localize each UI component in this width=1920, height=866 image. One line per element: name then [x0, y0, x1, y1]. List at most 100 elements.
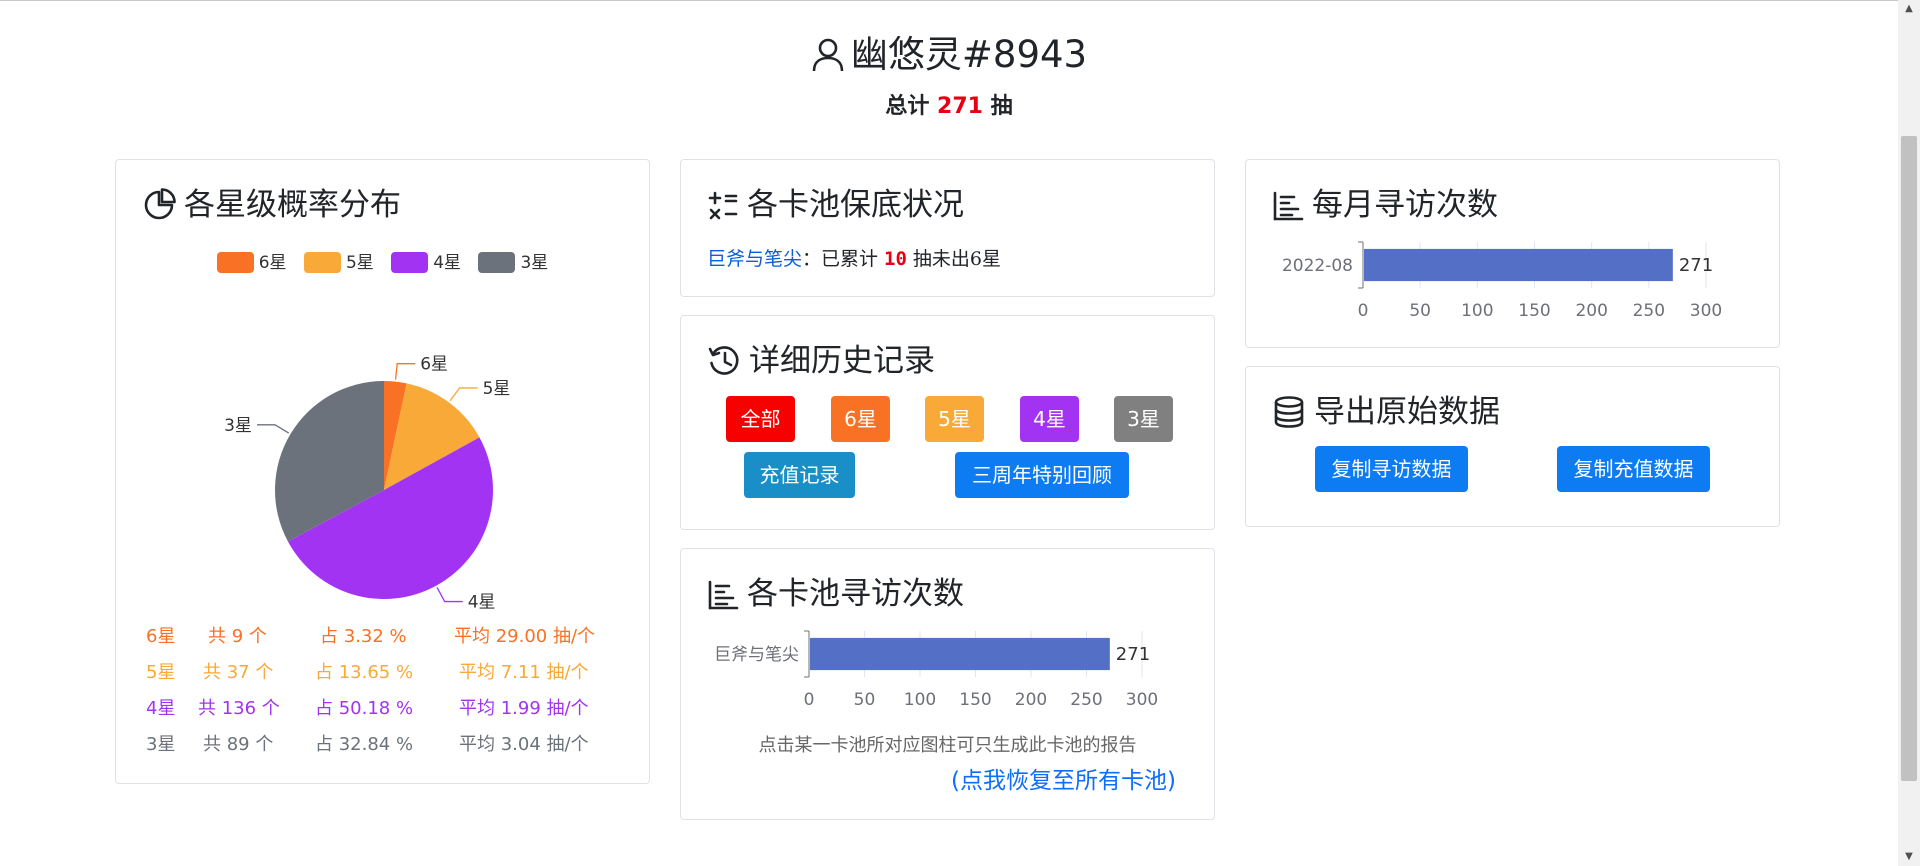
stat-star: 3星	[146, 734, 176, 755]
copy-recharge-data-button[interactable]: 复制充值数据	[1557, 446, 1710, 492]
scrollbar-thumb[interactable]	[1901, 136, 1917, 781]
pity-pool-name: 巨斧与笔尖	[707, 248, 803, 270]
legend-item-6star[interactable]: 6星	[216, 248, 287, 273]
monthly-pulls-card: 每月寻访次数 271 2022-08 0 50 100 150 200 250 300	[1245, 159, 1780, 348]
stat-count: 共 9 个	[208, 626, 267, 647]
export-card: 导出原始数据 复制寻访数据 复制充值数据	[1245, 366, 1780, 527]
total-count: 271	[937, 94, 983, 119]
user-header: 幽悠灵#8943	[0, 28, 1898, 82]
scroll-down-arrow-icon[interactable]: ▼	[1898, 848, 1920, 866]
history-icon	[708, 346, 739, 375]
stat-star: 5星	[146, 662, 176, 683]
pity-title: 各卡池保底状况	[707, 182, 964, 228]
username: 幽悠灵#8943	[850, 33, 1088, 76]
x-tick-label: 150	[1518, 301, 1550, 321]
x-tick-label: 300	[1690, 301, 1722, 321]
pie-label: 5星	[483, 379, 511, 399]
stat-row-3star: 3星 共 89 个 占 32.84 % 平均 3.04 抽/个	[116, 724, 651, 760]
stat-star: 6星	[146, 626, 176, 647]
stat-percent: 占 3.32 %	[320, 626, 407, 647]
pie-label: 6星	[420, 355, 448, 375]
filter-all-button[interactable]: 全部	[726, 396, 795, 442]
legend-swatch	[303, 252, 341, 273]
filter-3star-button[interactable]: 3星	[1114, 396, 1173, 442]
x-tick-label: 250	[1070, 690, 1102, 710]
legend-item-3star[interactable]: 3星	[478, 248, 548, 273]
history-title: 详细历史记录	[707, 338, 935, 384]
copy-pull-data-button[interactable]: 复制寻访数据	[1315, 446, 1468, 492]
x-tick-label: 250	[1633, 301, 1665, 321]
restore-all-pools-link[interactable]: (点我恢复至所有卡池)	[951, 761, 1176, 795]
stat-count: 共 89 个	[203, 734, 274, 755]
filter-5star-button[interactable]: 5星	[925, 396, 984, 442]
recharge-record-button[interactable]: 充值记录	[744, 452, 855, 498]
pity-count: 10	[884, 248, 907, 270]
x-tick-label: 0	[804, 690, 815, 710]
export-title: 导出原始数据	[1272, 389, 1500, 435]
stat-row-6star: 6星 共 9 个 占 3.32 % 平均 29.00 抽/个	[116, 616, 651, 652]
x-tick-label: 200	[1575, 301, 1607, 321]
x-tick-label: 100	[1461, 301, 1493, 321]
stat-average: 平均 7.11 抽/个	[459, 662, 589, 683]
pie-legend: 6星 5星 4星 3星	[116, 248, 649, 273]
pie-chart-icon	[144, 188, 176, 220]
total-prefix: 总计	[885, 94, 930, 119]
bar-value-label: 271	[1679, 255, 1713, 276]
bar-2022-08[interactable]	[1364, 248, 1673, 282]
top-border	[0, 0, 1898, 1]
pity-status-line: 巨斧与笔尖：已累计 10 抽未出6星	[707, 244, 1001, 271]
filter-4star-button[interactable]: 4星	[1020, 396, 1079, 442]
legend-item-5star[interactable]: 5星	[303, 248, 374, 273]
total-pulls: 总计 271 抽	[0, 92, 1898, 122]
monthly-bar-chart: 271 2022-08 0 50 100 150 200 250 300	[1282, 241, 1722, 321]
history-card: 详细历史记录 全部 6星 5星 4星 3星 充值记录 三周年特别回顾	[680, 315, 1215, 530]
category-label: 2022-08	[1282, 256, 1353, 276]
pie-leader-line	[449, 387, 478, 402]
user-icon	[812, 38, 844, 72]
legend-swatch	[391, 252, 429, 273]
database-icon	[1274, 396, 1304, 428]
stat-average: 平均 1.99 抽/个	[459, 698, 589, 719]
stat-count: 共 37 个	[203, 662, 274, 683]
pool-chart-hint: 点击某一卡池所对应图柱可只生成此卡池的报告	[758, 735, 1137, 756]
filter-6star-button[interactable]: 6星	[831, 396, 890, 442]
stat-row-5star: 5星 共 37 个 占 13.65 % 平均 7.11 抽/个	[116, 652, 651, 688]
pool-bar-chart: 271 巨斧与笔尖 0 50 100 150 200 250 300	[714, 630, 1158, 710]
pie-leader-line	[394, 363, 416, 380]
bar-巨斧与笔尖[interactable]	[810, 637, 1110, 671]
stat-percent: 占 32.84 %	[315, 734, 414, 755]
stat-star: 4星	[146, 698, 176, 719]
distribution-title: 各星级概率分布	[142, 182, 401, 228]
pie-label: 3星	[224, 416, 252, 436]
pie-label: 4星	[468, 593, 496, 610]
stat-row-4star: 4星 共 136 个 占 50.18 % 平均 1.99 抽/个	[116, 688, 651, 724]
x-tick-label: 50	[1409, 301, 1431, 321]
total-suffix: 抽	[990, 94, 1013, 119]
x-tick-label: 200	[1015, 690, 1047, 710]
star-stats-table: 6星 共 9 个 占 3.32 % 平均 29.00 抽/个 5星 共 37 个…	[116, 616, 651, 760]
pie-leader-line	[436, 587, 463, 603]
legend-swatch	[478, 252, 516, 273]
x-tick-label: 150	[959, 690, 991, 710]
legend-swatch	[216, 252, 254, 273]
category-label: 巨斧与笔尖	[714, 645, 799, 665]
pity-text-before: ：已累计	[802, 248, 879, 270]
stat-percent: 占 13.65 %	[315, 662, 414, 683]
x-tick-label: 300	[1126, 690, 1158, 710]
anniversary-review-button[interactable]: 三周年特别回顾	[955, 452, 1129, 498]
x-tick-label: 0	[1358, 301, 1369, 321]
scroll-up-arrow-icon[interactable]: ▲	[1898, 0, 1920, 18]
vertical-scrollbar[interactable]: ▲ ▼	[1898, 0, 1920, 866]
x-tick-label: 100	[904, 690, 936, 710]
x-tick-label: 50	[854, 690, 876, 710]
pie-leader-line	[257, 424, 290, 434]
calculator-icon	[708, 191, 738, 220]
legend-item-4star[interactable]: 4星	[391, 248, 461, 273]
stat-average: 平均 3.04 抽/个	[459, 734, 589, 755]
star-pie-chart: 6星 5星 4星 3星	[224, 355, 511, 610]
pool-pulls-card: 各卡池寻访次数 271 巨斧与笔尖 0 50 100 150 200 250 300 点击某一卡…	[680, 548, 1215, 820]
stat-count: 共 136 个	[198, 698, 280, 719]
pity-text-after: 抽未出6星	[912, 248, 1002, 270]
stat-average: 平均 29.00 抽/个	[454, 626, 596, 647]
bar-value-label: 271	[1116, 644, 1150, 665]
